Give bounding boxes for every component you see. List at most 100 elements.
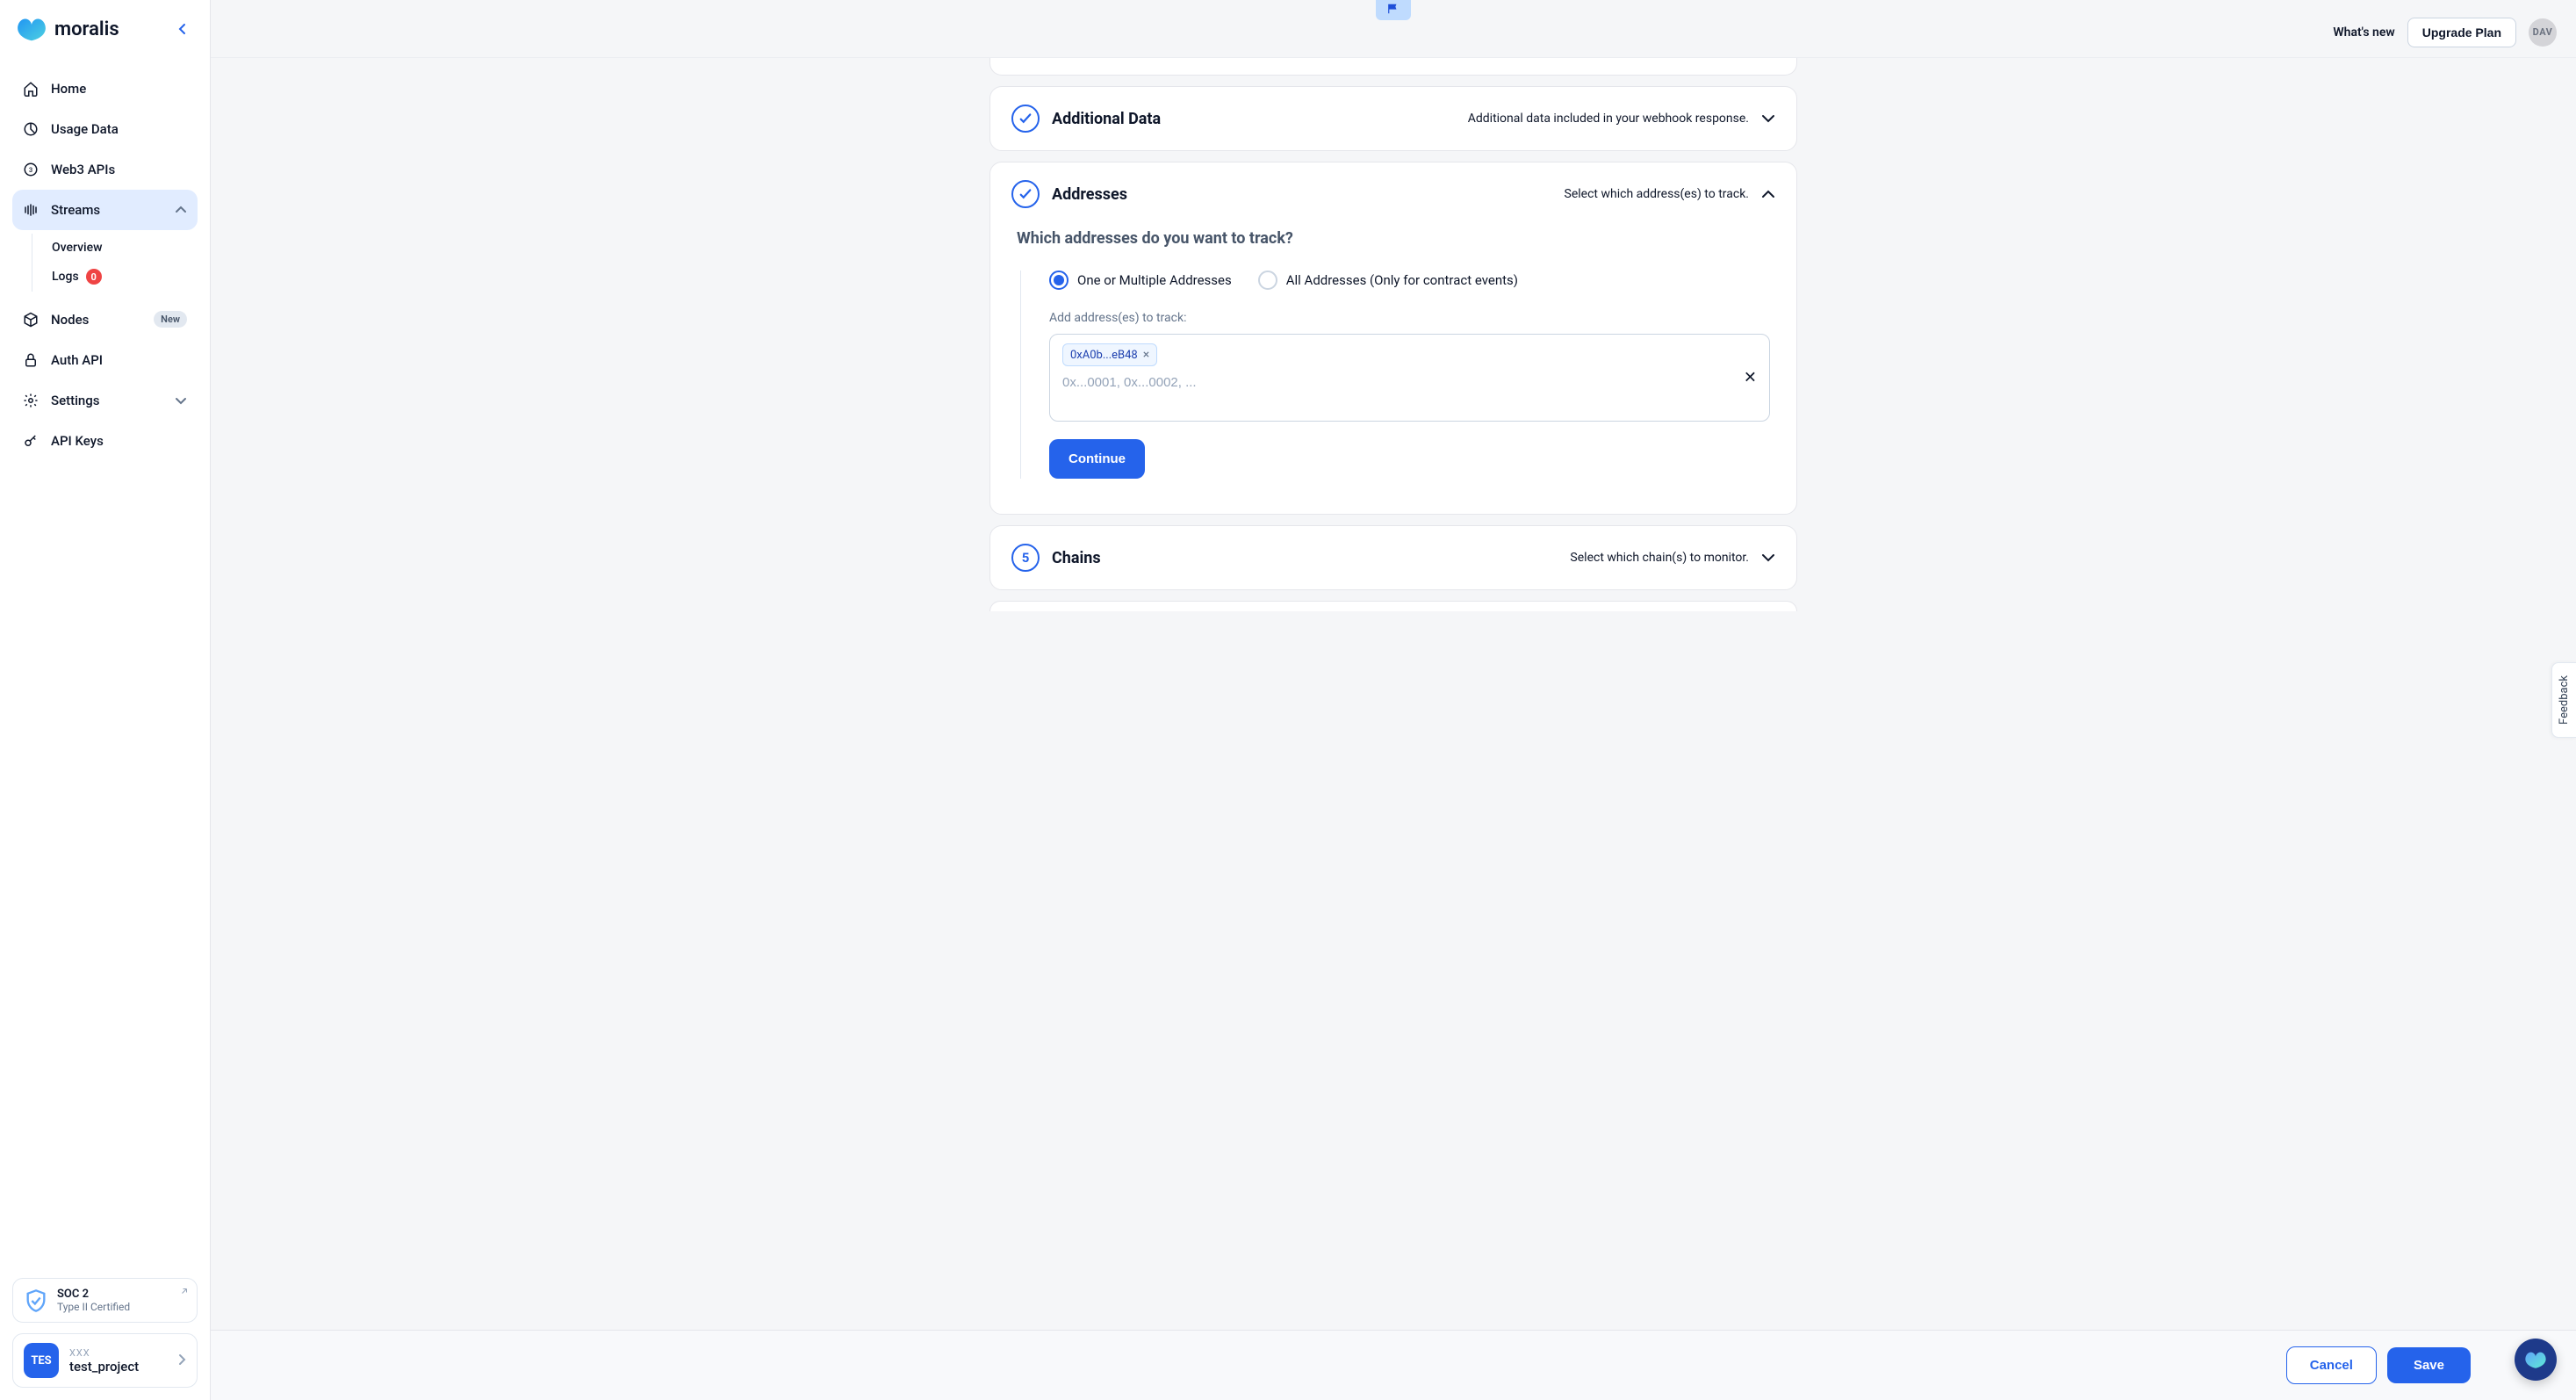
key-icon xyxy=(23,433,39,449)
chevron-up-icon xyxy=(175,202,187,218)
section-chains: 5 Chains Select which chain(s) to monito… xyxy=(989,525,1797,590)
chevron-down-icon xyxy=(1761,111,1775,127)
soc2-card[interactable]: SOC 2 Type II Certified xyxy=(12,1278,198,1323)
sidebar-item-nodes[interactable]: Nodes New xyxy=(12,299,198,340)
sidebar-item-label: Settings xyxy=(51,393,100,408)
flag-bar xyxy=(211,0,2576,7)
section-header-addresses[interactable]: Addresses Select which address(es) to tr… xyxy=(990,162,1796,226)
logo[interactable]: moralis xyxy=(16,16,119,42)
sidebar-item-label: Home xyxy=(51,81,86,97)
sidebar-footer: SOC 2 Type II Certified TES XXX test_pro… xyxy=(0,1266,210,1400)
save-button[interactable]: Save xyxy=(2387,1347,2471,1383)
sidebar-item-label: Usage Data xyxy=(51,121,119,137)
sidebar-item-label: Streams xyxy=(51,202,100,218)
radio-all-addresses[interactable]: All Addresses (Only for contract events) xyxy=(1258,271,1518,290)
feedback-label: Feedback xyxy=(2558,675,2571,725)
radio-indicator xyxy=(1258,271,1277,290)
sidebar-item-home[interactable]: Home xyxy=(12,69,198,109)
flag-badge[interactable] xyxy=(1376,0,1411,20)
stream-icon xyxy=(23,202,39,218)
chip-remove-icon[interactable]: × xyxy=(1143,348,1149,362)
box-icon xyxy=(23,312,39,328)
section-header-additional-data[interactable]: Additional Data Additional data included… xyxy=(990,87,1796,150)
sidebar-nav: Home Usage Data 3 Web3 APIs Streams Over… xyxy=(0,58,210,1266)
chevron-up-icon xyxy=(1761,186,1775,203)
sidebar-item-web3-apis[interactable]: 3 Web3 APIs xyxy=(12,149,198,190)
moralis-logo-icon xyxy=(16,16,47,42)
sidebar: moralis Home Usage Data 3 Web3 APIs Str xyxy=(0,0,211,1400)
home-icon xyxy=(23,81,39,97)
content-scroll[interactable]: Additional Data Additional data included… xyxy=(211,58,2576,1330)
chart-pie-icon xyxy=(23,121,39,137)
section-subtitle: Select which address(es) to track. xyxy=(1565,187,1749,201)
address-text-input[interactable] xyxy=(1062,375,1757,390)
sidebar-subitem-logs[interactable]: Logs 0 xyxy=(48,262,198,292)
radio-label: All Addresses (Only for contract events) xyxy=(1286,272,1518,288)
project-badge: TES xyxy=(24,1343,59,1378)
card-stub-top xyxy=(989,58,1797,76)
sidebar-subitem-overview[interactable]: Overview xyxy=(48,234,198,262)
step-complete-icon xyxy=(1011,105,1040,133)
sidebar-item-streams[interactable]: Streams xyxy=(12,190,198,230)
footer-bar: Cancel Save xyxy=(211,1330,2576,1400)
radio-one-or-multiple[interactable]: One or Multiple Addresses xyxy=(1049,271,1232,290)
sidebar-item-usage-data[interactable]: Usage Data xyxy=(12,109,198,149)
section-subtitle: Select which chain(s) to monitor. xyxy=(1570,551,1749,565)
section-addresses: Addresses Select which address(es) to tr… xyxy=(989,162,1797,515)
continue-button[interactable]: Continue xyxy=(1049,439,1145,479)
lock-icon xyxy=(23,352,39,368)
project-name: test_project xyxy=(69,1359,139,1375)
gear-icon xyxy=(23,393,39,408)
main-column: What's new Upgrade Plan DAV Additional D… xyxy=(211,0,2576,1400)
section-subtitle: Additional data included in your webhook… xyxy=(1468,112,1749,126)
logo-text: moralis xyxy=(54,18,119,40)
section-title: Additional Data xyxy=(1052,110,1161,128)
address-input[interactable]: 0xA0b...eB48 × ✕ xyxy=(1049,334,1770,422)
shield-check-icon xyxy=(24,1288,48,1313)
addresses-question: Which addresses do you want to track? xyxy=(1017,229,1770,248)
step-complete-icon xyxy=(1011,180,1040,208)
soc-subtitle: Type II Certified xyxy=(57,1301,130,1313)
project-switcher[interactable]: TES XXX test_project xyxy=(12,1333,198,1388)
new-badge: New xyxy=(154,311,187,328)
upgrade-plan-button[interactable]: Upgrade Plan xyxy=(2407,18,2516,47)
whats-new-link[interactable]: What's new xyxy=(2333,25,2394,40)
sidebar-collapse-button[interactable] xyxy=(171,18,194,40)
address-field-label: Add address(es) to track: xyxy=(1049,311,1770,325)
chevron-down-icon xyxy=(1761,550,1775,566)
section-title: Addresses xyxy=(1052,185,1127,204)
section-title: Chains xyxy=(1052,549,1101,567)
section-header-chains[interactable]: 5 Chains Select which chain(s) to monito… xyxy=(990,526,1796,589)
address-chip: 0xA0b...eB48 × xyxy=(1062,343,1157,366)
svg-text:3: 3 xyxy=(29,166,32,174)
flag-icon xyxy=(1386,3,1400,15)
step-number-icon: 5 xyxy=(1011,544,1040,572)
chevron-down-icon xyxy=(175,393,187,408)
moralis-heart-icon xyxy=(2524,1350,2547,1369)
chevron-right-icon xyxy=(177,1353,186,1369)
feedback-tab[interactable]: Feedback xyxy=(2551,662,2576,738)
cancel-button[interactable]: Cancel xyxy=(2286,1346,2377,1384)
sidebar-item-api-keys[interactable]: API Keys xyxy=(12,421,198,461)
sidebar-item-auth-api[interactable]: Auth API xyxy=(12,340,198,380)
section-additional-data: Additional Data Additional data included… xyxy=(989,86,1797,151)
logs-count-badge: 0 xyxy=(86,269,102,285)
card-stub-bottom xyxy=(989,601,1797,611)
sidebar-subitem-label: Overview xyxy=(52,241,102,255)
project-eyebrow: XXX xyxy=(69,1347,139,1359)
soc-title: SOC 2 xyxy=(57,1288,130,1301)
sidebar-subitem-label: Logs xyxy=(52,270,79,284)
cube-icon: 3 xyxy=(23,162,39,177)
sidebar-item-label: Nodes xyxy=(51,312,89,328)
avatar[interactable]: DAV xyxy=(2529,18,2557,47)
sidebar-item-settings[interactable]: Settings xyxy=(12,380,198,421)
external-link-icon xyxy=(179,1286,190,1296)
radio-indicator xyxy=(1049,271,1069,290)
help-fab[interactable] xyxy=(2515,1339,2557,1381)
addresses-form: One or Multiple Addresses All Addresses … xyxy=(1020,271,1770,479)
clear-input-icon[interactable]: ✕ xyxy=(1744,369,1757,387)
chevron-left-icon xyxy=(178,23,187,35)
radio-label: One or Multiple Addresses xyxy=(1077,272,1232,288)
section-body-addresses: Which addresses do you want to track? On… xyxy=(990,229,1796,514)
sidebar-header: moralis xyxy=(0,0,210,58)
